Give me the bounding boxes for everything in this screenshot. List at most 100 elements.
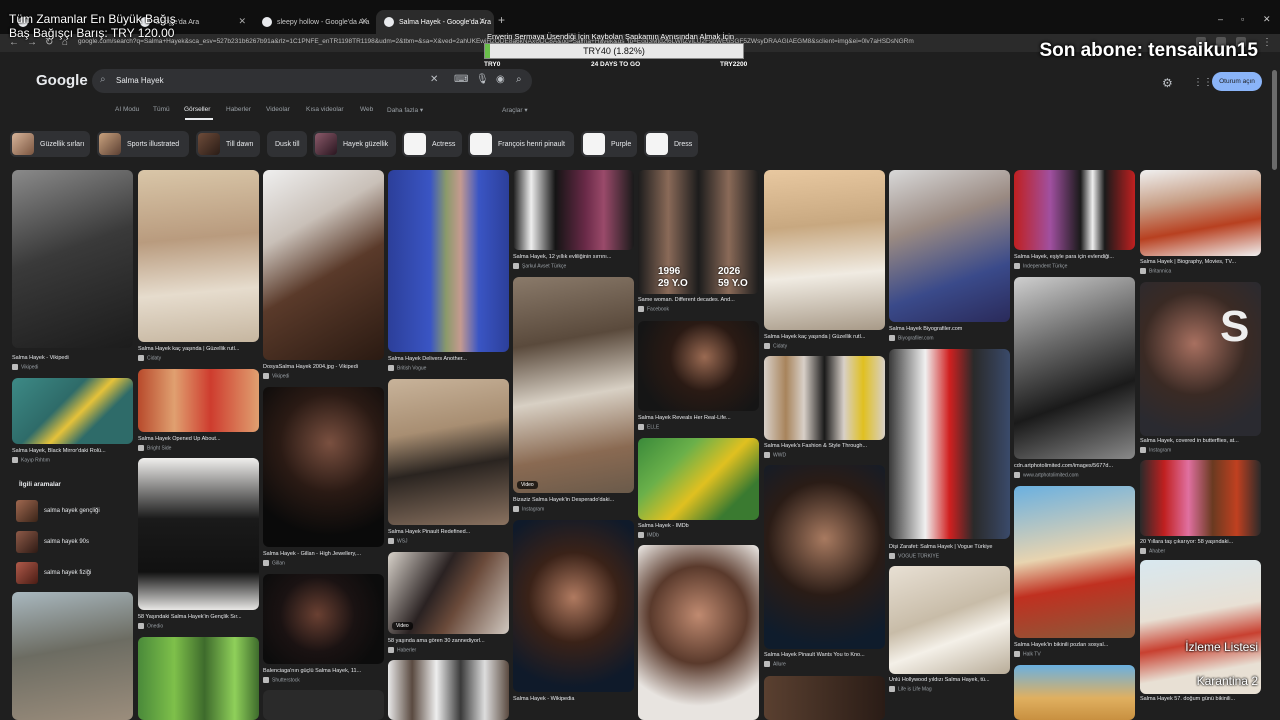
image-result[interactable]: Salma Hayek kaç yaşında | Güzellik rutl.… xyxy=(764,170,885,349)
tab-web[interactable]: Web xyxy=(360,106,373,113)
image-result[interactable]: Salma Hayek Biyografiler.com Biyografile… xyxy=(889,170,1010,344)
image-result[interactable]: Salma Hayek kaç yaşında | Güzellik rutl.… xyxy=(138,170,259,364)
result-caption[interactable]: cdn.artphotolimited.com/images/5677d... xyxy=(1014,463,1135,469)
image-result[interactable]: Salma Hayek - IMDb IMDb xyxy=(638,438,759,540)
result-image[interactable] xyxy=(889,349,1010,539)
tab-short-videos[interactable]: Kısa videolar xyxy=(306,106,344,113)
chip-purple[interactable]: Purple xyxy=(581,131,637,157)
result-image[interactable] xyxy=(388,379,509,525)
result-caption[interactable]: Dişi Zarafet: Salma Hayek | Vogue Türkiy… xyxy=(889,544,1010,550)
minimize-icon[interactable]: – xyxy=(1218,14,1223,24)
scrollbar[interactable] xyxy=(1272,70,1277,170)
image-result[interactable]: Salma Hayek, Black Mirror'daki Rolü... K… xyxy=(12,378,133,466)
apps-grid-icon[interactable]: ⋮⋮ xyxy=(1193,77,1213,88)
result-image[interactable] xyxy=(263,170,384,360)
google-logo[interactable]: Google xyxy=(36,72,88,89)
camera-icon[interactable]: ◉ xyxy=(496,74,505,85)
close-tab-icon[interactable]: ✕ xyxy=(478,16,486,27)
result-image[interactable] xyxy=(638,545,759,720)
search-bar[interactable]: ⌕ Salma Hayek ✕ ⌨ 🎙 ◉ ⌕ xyxy=(92,69,532,93)
menu-icon[interactable]: ⋮ xyxy=(1262,37,1272,48)
related-item[interactable]: salma hayek 90s xyxy=(16,531,130,555)
result-caption[interactable]: Salma Hayek Biyografiler.com xyxy=(889,326,1010,332)
search-input[interactable]: Salma Hayek xyxy=(116,76,164,85)
result-caption[interactable]: Salma Hayek - Gillan - High Jewellery,..… xyxy=(263,551,384,557)
close-window-icon[interactable]: ✕ xyxy=(1263,14,1271,25)
result-caption[interactable]: Salma Hayek'in bikinili pozları sosyal..… xyxy=(1014,642,1135,648)
result-caption[interactable]: 58 yaşında ama gören 30 zannediyorl... xyxy=(388,638,509,644)
image-result[interactable]: Dişi Zarafet: Salma Hayek | Vogue Türkiy… xyxy=(889,349,1010,561)
image-result[interactable]: Balenciaga'nın güçlü Salma Hayek, 11... … xyxy=(263,574,384,686)
result-image[interactable] xyxy=(138,458,259,610)
chip-hayek-beauty[interactable]: Hayek güzellik xyxy=(313,131,396,157)
result-image[interactable] xyxy=(1140,170,1261,256)
result-image[interactable] xyxy=(764,465,885,649)
clear-icon[interactable]: ✕ xyxy=(430,74,438,85)
result-image[interactable] xyxy=(764,356,885,440)
search-submit-icon[interactable]: ⌕ xyxy=(516,74,522,85)
image-result[interactable]: Ünlü Hollywood yıldızı Salma Hayek, tü..… xyxy=(889,566,1010,694)
result-caption[interactable]: Salma Hayek Pinault Redefined... xyxy=(388,529,509,535)
result-image[interactable] xyxy=(138,637,259,720)
image-result[interactable] xyxy=(638,545,759,720)
chip-sports-illustrated[interactable]: Sports illustrated xyxy=(97,131,189,157)
tab-more[interactable]: Daha fazla ▾ xyxy=(387,106,423,114)
gear-icon[interactable]: ⚙ xyxy=(1162,76,1173,90)
image-result[interactable] xyxy=(138,637,259,720)
image-result[interactable]: cdn.artphotolimited.com/images/5677d... … xyxy=(1014,277,1135,481)
tab-all[interactable]: Tümü xyxy=(153,106,170,113)
result-image[interactable] xyxy=(513,520,634,692)
result-image[interactable] xyxy=(889,566,1010,674)
result-image[interactable] xyxy=(12,592,133,720)
tab-news[interactable]: Haberler xyxy=(226,106,251,113)
result-image[interactable] xyxy=(12,170,133,348)
result-image[interactable] xyxy=(263,574,384,664)
result-image[interactable] xyxy=(638,321,759,411)
image-result[interactable]: Video Bizaziz Salma Hayek'in Desperado'd… xyxy=(513,277,634,515)
maximize-icon[interactable]: ▫ xyxy=(1241,14,1244,24)
chip-till-dawn[interactable]: Till dawn xyxy=(196,131,260,157)
result-caption[interactable]: Salma Hayek 57. doğum günü bikinili... xyxy=(1140,696,1261,702)
tab-videos[interactable]: Videolar xyxy=(266,106,290,113)
chip-dusk-till[interactable]: Dusk till xyxy=(267,131,307,157)
image-result[interactable]: Video 58 yaşında ama gören 30 zannediyor… xyxy=(388,552,509,656)
result-image[interactable] xyxy=(1014,277,1135,459)
result-image[interactable] xyxy=(764,676,885,720)
result-image[interactable] xyxy=(1140,460,1261,536)
result-image[interactable] xyxy=(764,170,885,330)
image-result[interactable] xyxy=(1014,665,1135,720)
result-caption[interactable]: Salma Hayek, covered in butterflies, at.… xyxy=(1140,438,1261,444)
result-image[interactable] xyxy=(513,170,634,250)
result-caption[interactable]: Salma Hayek kaç yaşında | Güzellik rutl.… xyxy=(764,334,885,340)
result-image[interactable] xyxy=(1014,170,1135,250)
result-caption[interactable]: Salma Hayek's Fashion & Style Through... xyxy=(764,443,885,449)
result-caption[interactable]: Same woman. Different decades. And... xyxy=(638,297,759,303)
result-caption[interactable]: DosyaSalma Hayek 2004.jpg - Vikipedi xyxy=(263,364,384,370)
image-result[interactable] xyxy=(388,660,509,720)
result-caption[interactable]: Salma Hayek - Vikipedi xyxy=(12,355,133,361)
result-image[interactable]: S xyxy=(1140,282,1261,436)
tools-dropdown[interactable]: Araçlar ▾ xyxy=(502,106,528,114)
image-result[interactable]: Salma Hayek - Vikipedi Vikipedi xyxy=(12,170,133,372)
image-result[interactable]: 1996 29 Y.O 2026 59 Y.O Same woman. Diff… xyxy=(638,170,759,316)
tab-3[interactable]: sleepy hollow - Google'da Ara ✕ xyxy=(254,10,376,34)
result-image[interactable] xyxy=(12,378,133,444)
result-caption[interactable]: Salma Hayek, eşiyle para için evlendiği.… xyxy=(1014,254,1135,260)
image-result[interactable]: 20 Yıllara taş çıkarıyor: 58 yaşındaki..… xyxy=(1140,460,1261,556)
result-caption[interactable]: Ünlü Hollywood yıldızı Salma Hayek, tü..… xyxy=(889,677,1010,683)
result-caption[interactable]: 58 Yaşındaki Salma Hayek'in Gençlik Sır.… xyxy=(138,614,259,620)
sign-in-button[interactable]: Oturum açın xyxy=(1212,72,1262,91)
related-item[interactable]: salma hayek gençliği xyxy=(16,500,130,524)
tab-ai-mode[interactable]: AI Modu xyxy=(115,106,139,113)
image-result[interactable]: 58 Yaşındaki Salma Hayek'in Gençlik Sır.… xyxy=(138,458,259,632)
result-image[interactable] xyxy=(138,369,259,432)
related-item[interactable]: salma hayek fiziği xyxy=(16,562,130,586)
image-result[interactable]: Salma Hayek Reveals Her Real-Life... ELL… xyxy=(638,321,759,433)
chip-francois-henri-pinault[interactable]: François henri pinault xyxy=(468,131,574,157)
result-caption[interactable]: Salma Hayek Opened Up About... xyxy=(138,436,259,442)
image-result[interactable]: Salma Hayek, eşiyle para için evlendiği.… xyxy=(1014,170,1135,272)
chip-beauty-secrets[interactable]: Güzellik sırları xyxy=(10,131,90,157)
result-caption[interactable]: Salma Hayek Pinault Wants You to Kno... xyxy=(764,652,885,658)
image-result[interactable]: S Salma Hayek, covered in butterflies, a… xyxy=(1140,282,1261,456)
chip-dress[interactable]: Dress xyxy=(644,131,698,157)
